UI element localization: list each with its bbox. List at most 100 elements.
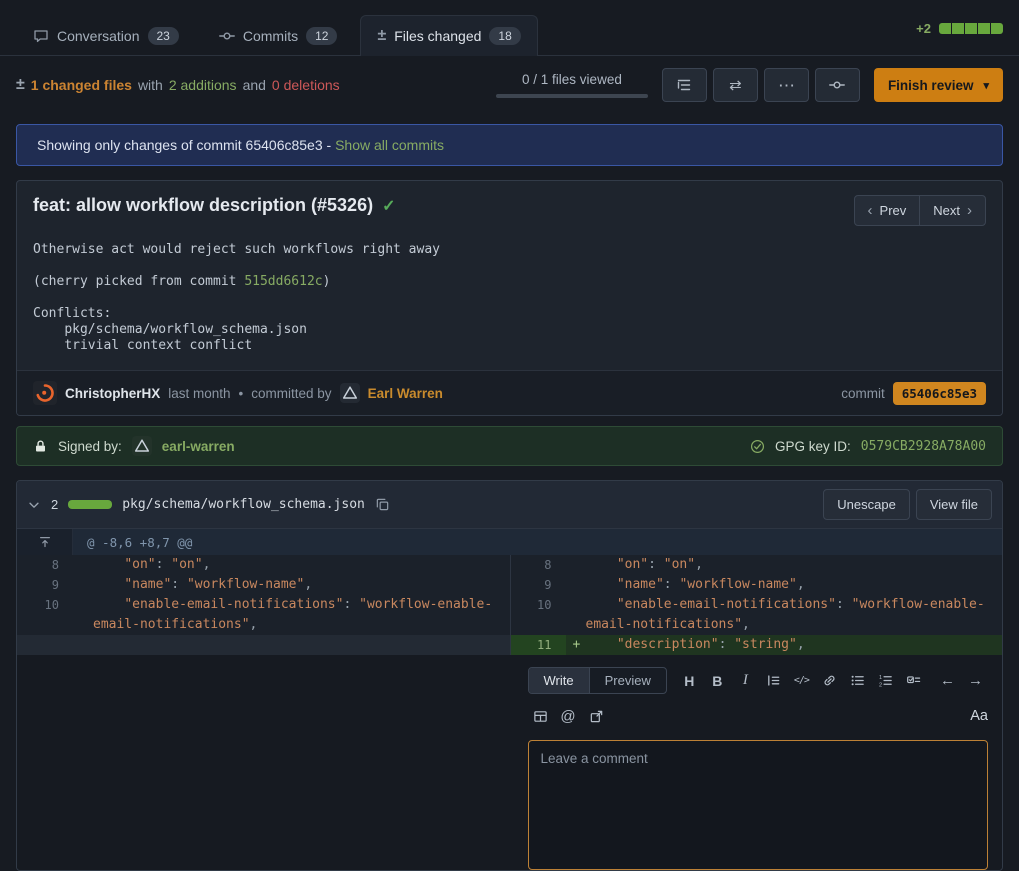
diff-style-button[interactable]: ⇄	[713, 68, 758, 102]
finish-review-button[interactable]: Finish review ▾	[874, 68, 1003, 102]
comment-textarea[interactable]	[528, 740, 989, 870]
arrow-left-icon: ←	[940, 673, 955, 688]
prev-label: Prev	[880, 203, 907, 218]
ci-status-success-icon[interactable]: ✓	[382, 196, 395, 216]
quote-icon	[766, 673, 781, 688]
commit-sha-button[interactable]: 65406c85e3	[893, 382, 986, 405]
italic-button[interactable]: I	[733, 669, 758, 693]
reference-button[interactable]	[584, 704, 609, 728]
diff-icon: ±	[377, 28, 386, 44]
link-icon	[822, 673, 837, 688]
gpg-key-label: GPG key ID:	[775, 439, 851, 454]
signer-avatar[interactable]	[132, 436, 152, 456]
committer-link[interactable]: Earl Warren	[368, 386, 443, 401]
commit-message-text: (cherry picked from commit	[33, 274, 244, 289]
dot-separator: •	[239, 386, 244, 401]
unescape-button[interactable]: Unescape	[823, 489, 910, 520]
tab-label: Files changed	[394, 28, 481, 44]
diff-row: 10 "enable-email-notifications": "workfl…	[17, 595, 1002, 635]
code-icon: </>	[794, 676, 809, 686]
old-line-number[interactable]: 10	[17, 595, 73, 635]
commit-filter-banner: Showing only changes of commit 65406c85e…	[16, 124, 1003, 166]
file-diffstat-bar-icon	[68, 500, 112, 509]
commit-message-line	[33, 290, 986, 306]
diffstat-additions: +2	[916, 21, 931, 36]
commit-button[interactable]	[815, 68, 860, 102]
file-name[interactable]: pkg/schema/workflow_schema.json	[122, 497, 365, 512]
new-code-cell: "description": "string",+	[566, 635, 1003, 655]
new-line-number[interactable]: 8	[510, 555, 566, 575]
list-ordered-button[interactable]: 12	[873, 669, 898, 693]
tab-count-badge: 23	[148, 27, 179, 45]
font-size-button[interactable]: Aa	[970, 708, 988, 724]
commit-message-text: Conflicts:	[33, 306, 111, 321]
commit-header: feat: allow workflow description (#5326)…	[17, 181, 1002, 226]
code-button[interactable]: </>	[789, 669, 814, 693]
pr-diffstat: +2	[916, 21, 1003, 36]
quote-button[interactable]	[761, 669, 786, 693]
author-avatar[interactable]	[33, 381, 57, 405]
svg-text:1: 1	[879, 675, 882, 681]
tab-label: Commits	[243, 28, 298, 44]
commit-message-line: pkg/schema/workflow_schema.json	[33, 322, 986, 338]
mention-icon: @	[560, 709, 575, 724]
old-code-cell: "name": "workflow-name",	[73, 575, 510, 595]
old-line-number[interactable]: 8	[17, 555, 73, 575]
commit-hash-link[interactable]: 515dd6612c	[244, 274, 322, 289]
tab-files-changed[interactable]: ±Files changed18	[360, 15, 537, 56]
files-viewed-label: 0 / 1 files viewed	[496, 72, 648, 87]
gpg-key-id: 0579CB2928A78A00	[861, 439, 986, 454]
prev-commit-button[interactable]: ‹ Prev	[854, 195, 921, 226]
signature-row: Signed by: earl-warren GPG key ID: 0579C…	[16, 426, 1003, 466]
commit-title-text: feat: allow workflow description (#5326)	[33, 195, 373, 216]
editor-tab-write[interactable]: Write	[529, 668, 590, 693]
committer-avatar[interactable]	[340, 383, 360, 403]
diff-row: 9 "name": "workflow-name",9 "name": "wor…	[17, 575, 1002, 595]
file-tree-button[interactable]	[662, 68, 707, 102]
commit-message-line: Conflicts:	[33, 306, 986, 322]
old-line-number[interactable]: 9	[17, 575, 73, 595]
svg-text:2: 2	[879, 682, 882, 688]
chat-icon	[33, 28, 49, 44]
task-list-icon	[906, 673, 921, 688]
copy-icon[interactable]	[375, 497, 390, 512]
tab-conversation[interactable]: Conversation23	[16, 15, 196, 56]
new-line-number[interactable]: 9	[510, 575, 566, 595]
deletions-count: 0 deletions	[272, 77, 340, 93]
commit-message-text: trivial context conflict	[33, 338, 252, 353]
new-line-number[interactable]: 11	[510, 635, 566, 655]
signed-by-label: Signed by:	[58, 439, 122, 454]
italic-icon: I	[743, 673, 748, 688]
heading-icon: H	[684, 674, 694, 688]
file-tree-icon	[676, 77, 692, 93]
expand-hunk-button[interactable]	[17, 529, 73, 555]
signer-link[interactable]: earl-warren	[162, 439, 235, 454]
link-button[interactable]	[817, 669, 842, 693]
bold-button[interactable]: B	[705, 669, 730, 693]
arrow-left-button[interactable]: ←	[935, 669, 960, 693]
commit-message-line: trivial context conflict	[33, 338, 986, 354]
tab-commits[interactable]: Commits12	[202, 15, 355, 56]
old-code-cell: "on": "on",	[73, 555, 510, 575]
heading-button[interactable]: H	[677, 669, 702, 693]
table-button[interactable]	[528, 704, 553, 728]
ellipsis-button[interactable]: ⋯	[764, 68, 809, 102]
show-all-commits-link[interactable]: Show all commits	[335, 137, 444, 153]
list-ordered-icon: 12	[878, 673, 893, 688]
mention-button[interactable]: @	[556, 704, 581, 728]
author-link[interactable]: ChristopherHX	[65, 386, 160, 401]
collapse-file-chevron-down-icon[interactable]	[27, 498, 41, 512]
list-unordered-button[interactable]	[845, 669, 870, 693]
new-line-number[interactable]: 10	[510, 595, 566, 635]
editor-tab-preview[interactable]: Preview	[590, 668, 666, 693]
markdown-toolbar-secondary-icons: @	[528, 704, 609, 728]
commit-message-body: Otherwise act would reject such workflow…	[17, 226, 1002, 370]
next-commit-button[interactable]: Next ›	[919, 195, 986, 226]
added-line-sign: +	[573, 635, 581, 655]
view-file-button[interactable]: View file	[916, 489, 992, 520]
file-actions: Unescape View file	[823, 489, 992, 520]
arrow-right-button[interactable]: →	[963, 669, 988, 693]
task-list-button[interactable]	[901, 669, 926, 693]
list-unordered-icon	[850, 673, 865, 688]
files-viewed-progress	[496, 94, 648, 98]
